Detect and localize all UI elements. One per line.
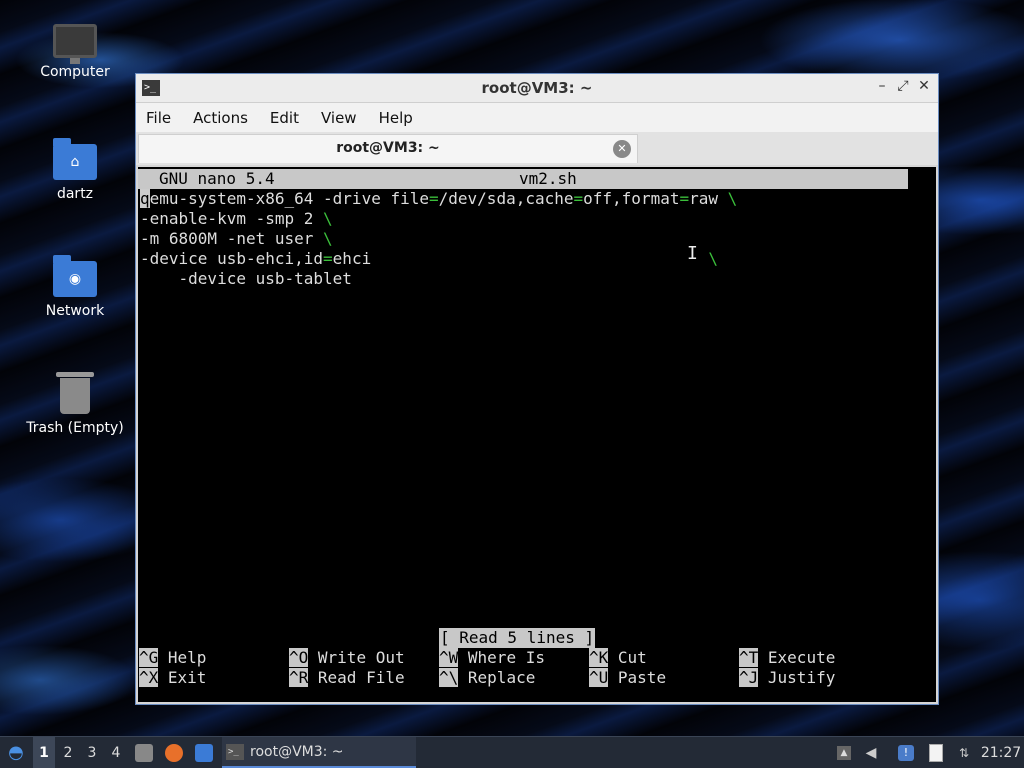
minimize-button[interactable]: – [873, 78, 891, 94]
clipboard-button[interactable] [926, 737, 946, 768]
menu-actions[interactable]: Actions [191, 109, 250, 127]
speaker-icon: ◀ [865, 744, 877, 761]
nano-version: GNU nano 5.4 [159, 169, 275, 188]
terminal-area[interactable]: GNU nano 5.4 vm2.sh qemu-system-x86_64 -… [138, 167, 936, 702]
maximize-button[interactable]: ⤢ [894, 78, 912, 94]
shortcut-read-file[interactable]: ^R Read File [289, 668, 405, 688]
shortcut-paste[interactable]: ^U Paste [589, 668, 666, 688]
desktop-icon-trash[interactable]: Trash (Empty) [20, 370, 130, 436]
shortcut-where-is[interactable]: ^W Where Is [439, 648, 545, 668]
shortcut-help[interactable]: ^G Help [139, 648, 206, 668]
desktop-icon-home[interactable]: ⌂ dartz [20, 136, 130, 202]
window-titlebar[interactable]: >_ root@VM3: ~ – ⤢ ✕ [136, 74, 938, 103]
show-desktop-button[interactable] [192, 737, 216, 768]
menu-view[interactable]: View [319, 109, 359, 127]
desktop-icon-label: Trash (Empty) [26, 420, 124, 436]
volume-button[interactable]: ◀ [861, 737, 881, 768]
workspace-3[interactable]: 3 [81, 737, 103, 768]
desktop-icon-computer[interactable]: Computer [20, 18, 130, 80]
desktop-icon-label: Network [45, 303, 105, 319]
taskbar: ◓ 1 2 3 4 >_ root@VM3: ~ ▲ ◀ ! ⇅ 21:27 [0, 736, 1024, 768]
lxqt-logo-icon: ◓ [8, 742, 24, 763]
shortcut-exit[interactable]: ^X Exit [139, 668, 206, 688]
nano-header: GNU nano 5.4 vm2.sh [138, 169, 908, 189]
network-button[interactable]: ⇅ [954, 737, 974, 768]
firefox-launcher[interactable] [162, 737, 186, 768]
nano-status: [ Read 5 lines ] [439, 628, 596, 648]
firefox-icon [165, 743, 183, 762]
desktop-icon-network[interactable]: ◉ Network [20, 253, 130, 319]
arrow-up-icon: ▲ [837, 745, 851, 760]
close-button[interactable]: ✕ [915, 78, 933, 94]
workspace-1[interactable]: 1 [33, 737, 55, 768]
editor-line-1[interactable]: qemu-system-x86_64 -drive file=/dev/sda,… [140, 189, 737, 209]
tab-bar: root@VM3: ~ ✕ [136, 132, 938, 165]
computer-icon [53, 24, 97, 64]
text-cursor: q [140, 189, 150, 208]
shortcut-replace[interactable]: ^\ Replace [439, 668, 535, 688]
workspace-4[interactable]: 4 [105, 737, 127, 768]
desktop-icon-label: dartz [56, 186, 94, 202]
network-folder-icon: ◉ [53, 255, 97, 297]
workspace-2[interactable]: 2 [57, 737, 79, 768]
home-folder-icon: ⌂ [53, 138, 97, 180]
network-icon: ⇅ [958, 745, 970, 760]
notification-button[interactable]: ! [896, 737, 916, 768]
clock[interactable]: 21:27 [978, 737, 1024, 768]
shortcut-execute[interactable]: ^T Execute [739, 648, 835, 668]
menu-edit[interactable]: Edit [268, 109, 301, 127]
task-label: root@VM3: ~ [250, 743, 344, 760]
start-menu-button[interactable]: ◓ [2, 737, 30, 768]
ibeam-cursor-icon: I [687, 243, 698, 264]
menu-help[interactable]: Help [377, 109, 415, 127]
shortcut-write-out[interactable]: ^O Write Out [289, 648, 405, 668]
nano-filename: vm2.sh [519, 169, 577, 188]
file-manager-launcher[interactable] [132, 737, 156, 768]
info-icon: ! [898, 744, 914, 761]
taskbar-task-terminal[interactable]: >_ root@VM3: ~ [222, 737, 416, 768]
shortcut-cut[interactable]: ^K Cut [589, 648, 647, 668]
tray-expand-button[interactable]: ▲ [834, 737, 854, 768]
terminal-window[interactable]: >_ root@VM3: ~ – ⤢ ✕ File Actions Edit V… [135, 73, 939, 705]
menu-bar: File Actions Edit View Help [136, 103, 938, 132]
editor-line-4[interactable]: -device usb-ehci,id=ehci \ [140, 249, 718, 269]
tab-terminal[interactable]: root@VM3: ~ ✕ [138, 134, 638, 163]
desktop-icon-label: Computer [40, 64, 110, 80]
trash-icon [56, 372, 94, 414]
desktop-icon [195, 743, 213, 762]
editor-line-2[interactable]: -enable-kvm -smp 2 \ [140, 209, 333, 229]
menu-file[interactable]: File [144, 109, 173, 127]
clipboard-icon [929, 743, 943, 762]
tab-label: root@VM3: ~ [336, 140, 440, 156]
terminal-icon: >_ [226, 743, 244, 760]
tab-close-icon[interactable]: ✕ [613, 140, 631, 158]
editor-line-3[interactable]: -m 6800M -net user \ [140, 229, 333, 249]
window-title: root@VM3: ~ [481, 79, 593, 97]
shortcut-justify[interactable]: ^J Justify [739, 668, 835, 688]
editor-line-5[interactable]: -device usb-tablet [140, 269, 352, 289]
file-manager-icon [135, 743, 153, 762]
